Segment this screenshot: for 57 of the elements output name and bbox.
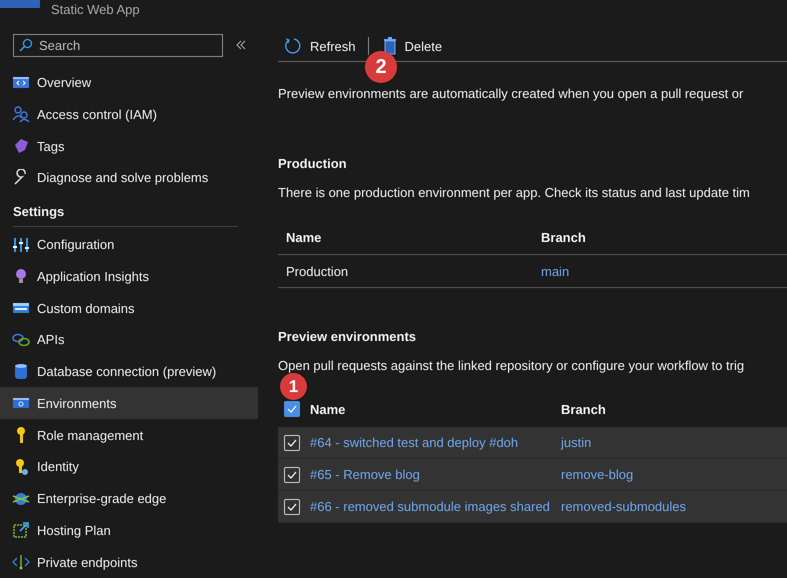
- column-header: Name: [310, 402, 346, 416]
- section-description: There is one production environment per app. Check its status and last update tim: [278, 185, 751, 200]
- nav-item[interactable]: Tags: [0, 130, 258, 162]
- checkbox[interactable]: [284, 498, 300, 514]
- description-text: Preview environments are automatically created when you open a pull request or: [278, 86, 744, 101]
- nav-item[interactable]: Access control (IAM): [0, 98, 258, 130]
- section-heading: Preview environments: [278, 329, 417, 346]
- checkmark-icon: [287, 438, 297, 446]
- collapse-icon[interactable]: [235, 40, 247, 50]
- refresh-icon: [284, 37, 302, 55]
- chain-link-icon: [12, 330, 30, 349]
- external-link-icon: [12, 521, 30, 540]
- sliders-icon: [12, 236, 30, 254]
- nav-item[interactable]: Hosting Plan: [0, 514, 258, 546]
- checkbox[interactable]: [284, 434, 300, 450]
- nav-item[interactable]: Custom domains: [0, 292, 258, 324]
- checkbox[interactable]: [284, 466, 300, 482]
- nav-item[interactable]: Diagnose and solve problems: [0, 162, 258, 194]
- trash-icon: [382, 37, 397, 55]
- checkmark-icon: [287, 405, 297, 413]
- nav-item[interactable]: Identity: [0, 450, 258, 483]
- branch-link[interactable]: main: [541, 264, 570, 278]
- database-icon: [12, 362, 30, 381]
- nav-item[interactable]: Private endpoints: [0, 546, 258, 578]
- column-header: Branch: [561, 402, 606, 416]
- column-header: Name: [285, 230, 322, 244]
- checkmark-icon: [287, 502, 297, 510]
- search-field[interactable]: Search: [13, 34, 223, 57]
- section-description: Open pull requests against the linked repository or configure your workflow to trig: [278, 358, 746, 373]
- nav-item[interactable]: Configuration: [0, 228, 258, 260]
- refresh-button[interactable]: Refresh: [284, 34, 364, 58]
- branch-link[interactable]: removed-submodules: [561, 499, 686, 514]
- nav-item[interactable]: Role management: [0, 419, 258, 451]
- table-cell-text: Production: [285, 264, 350, 278]
- resource-type: Static Web App: [51, 2, 140, 17]
- section-heading: Settings: [12, 202, 66, 221]
- nav-item[interactable]: Environments: [0, 387, 258, 420]
- checkmark-icon: [287, 470, 297, 478]
- nav-item[interactable]: APIs: [0, 324, 258, 356]
- tag-icon: [12, 137, 30, 156]
- nav-item[interactable]: Enterprise-grade edge: [0, 482, 258, 514]
- column-header: Branch: [541, 230, 586, 244]
- environment-link[interactable]: #64 - switched test and deploy #doh: [310, 435, 561, 450]
- nav-item[interactable]: Overview: [0, 66, 258, 99]
- branch-link[interactable]: remove-blog: [561, 467, 634, 482]
- checkbox[interactable]: [284, 401, 300, 417]
- nav-item[interactable]: Database connection (preview): [0, 356, 258, 388]
- section-heading: Production: [278, 156, 348, 173]
- nav-item[interactable]: Application Insights: [0, 260, 258, 292]
- people-icon: [12, 105, 30, 124]
- step-badge: 1: [280, 373, 307, 400]
- environment-link[interactable]: #65 - Remove blog: [310, 467, 561, 482]
- code-brackets-icon: [12, 553, 30, 572]
- environment-link[interactable]: #66 - removed submodule images shared: [310, 499, 561, 514]
- search-icon: [19, 38, 33, 52]
- step-badge: 2: [365, 51, 397, 83]
- branch-link[interactable]: justin: [561, 435, 592, 450]
